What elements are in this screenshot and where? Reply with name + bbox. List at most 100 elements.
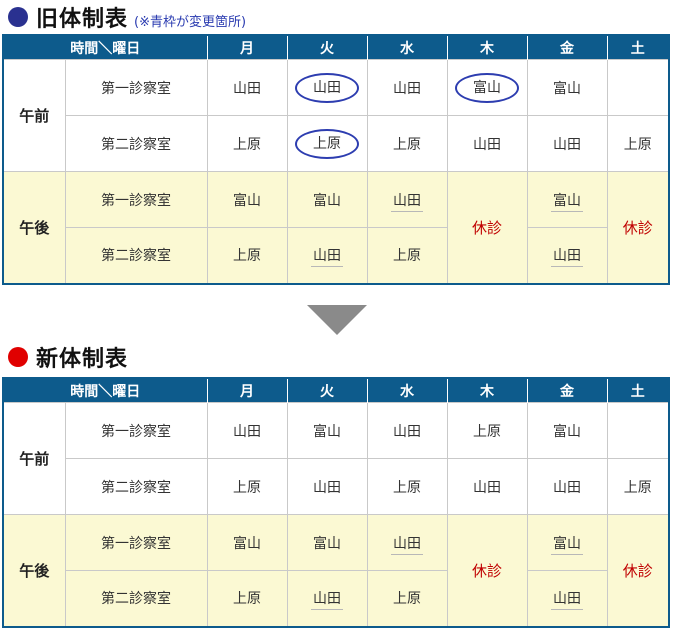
header-thu: 木 xyxy=(446,34,528,60)
change-marker: 山田 xyxy=(295,72,359,103)
cell: 山田 xyxy=(366,514,448,571)
cell: 山田 xyxy=(446,458,528,515)
header-time-day: 時間＼曜日 xyxy=(2,34,208,60)
cell: 富山 xyxy=(526,59,608,116)
old-schedule-note: (※青枠が変更箇所) xyxy=(134,14,247,30)
cell-changed: 山田 xyxy=(286,59,368,116)
header-mon: 月 xyxy=(206,34,288,60)
room-label: 第二診察室 xyxy=(64,570,208,627)
cell: 山田 xyxy=(286,227,368,284)
cell-closed: 休診 xyxy=(606,514,670,627)
header-tue: 火 xyxy=(286,34,368,60)
room-label: 第二診察室 xyxy=(64,227,208,284)
period-am: 午前 xyxy=(2,59,66,172)
header-mon: 月 xyxy=(206,377,288,403)
new-schedule-table: 時間＼曜日 月 火 水 木 金 土 午前 第一診察室 山田 富山 山田 上原 富… xyxy=(2,377,670,628)
cell: 山田 xyxy=(206,402,288,459)
room-label: 第一診察室 xyxy=(64,402,208,459)
period-pm: 午後 xyxy=(2,514,66,627)
header-time-day: 時間＼曜日 xyxy=(2,377,208,403)
change-marker: 富山 xyxy=(455,72,519,103)
room-label: 第一診察室 xyxy=(64,514,208,571)
cell: 上原 xyxy=(206,458,288,515)
cell: 山田 xyxy=(526,115,608,172)
cell-closed: 休診 xyxy=(606,171,670,284)
change-marker: 上原 xyxy=(295,128,359,159)
cell xyxy=(606,402,670,459)
table-header-row: 時間＼曜日 月 火 水 木 金 土 xyxy=(2,377,670,403)
cell-closed: 休診 xyxy=(446,514,528,627)
cell: 上原 xyxy=(206,570,288,627)
table-row: 午前 第一診察室 山田 山田 山田 富山 富山 xyxy=(2,59,670,172)
cell: 山田 xyxy=(366,402,448,459)
header-sat: 土 xyxy=(606,377,670,403)
room-label: 第二診察室 xyxy=(64,115,208,172)
period-am: 午前 xyxy=(2,402,66,515)
cell: 上原 xyxy=(606,115,670,172)
cell: 山田 xyxy=(286,570,368,627)
cell-value: 山田 xyxy=(311,248,343,268)
table-row: 第二診察室 上原 上原 上原 山田 山田 上原 xyxy=(3,115,670,172)
cell: 山田 xyxy=(526,227,608,284)
table-row: 午後 第一診察室 富山 富山 山田 休診 富山 休診 xyxy=(2,171,670,284)
cell: 山田 xyxy=(366,171,448,228)
cell-value: 山田 xyxy=(391,192,423,212)
header-tue: 火 xyxy=(286,377,368,403)
cell-value: 山田 xyxy=(391,535,423,555)
cell: 富山 xyxy=(206,514,288,571)
old-schedule-table: 時間＼曜日 月 火 水 木 金 土 午前 第一診察室 山田 山田 山田 富山 富… xyxy=(2,34,670,285)
cell: 上原 xyxy=(206,115,288,172)
header-wed: 水 xyxy=(366,34,448,60)
cell: 上原 xyxy=(366,115,448,172)
cell: 富山 xyxy=(206,171,288,228)
cell: 上原 xyxy=(366,570,448,627)
cell: 上原 xyxy=(446,402,528,459)
table-row: 午前 第一診察室 山田 富山 山田 上原 富山 xyxy=(2,402,670,515)
circle-bullet-icon xyxy=(8,347,28,367)
header-fri: 金 xyxy=(526,377,608,403)
cell: 富山 xyxy=(526,171,608,228)
cell: 富山 xyxy=(526,402,608,459)
header-wed: 水 xyxy=(366,377,448,403)
table-header-row: 時間＼曜日 月 火 水 木 金 土 xyxy=(2,34,670,60)
table-row: 午後 第一診察室 富山 富山 山田 休診 富山 休診 xyxy=(2,514,670,627)
table-row: 第二診察室 上原 山田 上原 山田 xyxy=(3,570,669,627)
cell: 山田 xyxy=(526,458,608,515)
cell xyxy=(606,59,670,116)
cell-changed: 富山 xyxy=(446,59,528,116)
cell: 山田 xyxy=(446,115,528,172)
cell: 山田 xyxy=(526,570,608,627)
cell-value: 山田 xyxy=(551,591,583,611)
cell-changed: 上原 xyxy=(286,115,368,172)
cell: 上原 xyxy=(366,227,448,284)
header-sat: 土 xyxy=(606,34,670,60)
cell-value: 富山 xyxy=(551,192,583,212)
cell: 山田 xyxy=(366,59,448,116)
cell: 富山 xyxy=(286,171,368,228)
cell-value: 山田 xyxy=(551,248,583,268)
cell: 富山 xyxy=(526,514,608,571)
cell-value: 富山 xyxy=(551,535,583,555)
header-fri: 金 xyxy=(526,34,608,60)
room-label: 第一診察室 xyxy=(64,171,208,228)
cell: 上原 xyxy=(606,458,670,515)
cell: 富山 xyxy=(286,514,368,571)
circle-bullet-icon xyxy=(8,7,28,27)
cell-value: 山田 xyxy=(311,591,343,611)
old-schedule-heading: 旧体制表 (※青枠が変更箇所) xyxy=(8,2,246,32)
period-pm: 午後 xyxy=(2,171,66,284)
cell-closed: 休診 xyxy=(446,171,528,284)
table-row: 第二診察室 上原 山田 上原 山田 xyxy=(3,227,669,284)
room-label: 第二診察室 xyxy=(64,458,208,515)
header-thu: 木 xyxy=(446,377,528,403)
table-row: 第二診察室 上原 山田 上原 山田 山田 上原 xyxy=(3,458,670,515)
old-schedule-title: 旧体制表 xyxy=(36,7,129,32)
cell: 上原 xyxy=(206,227,288,284)
room-label: 第一診察室 xyxy=(64,59,208,116)
down-arrow-icon xyxy=(307,305,367,335)
new-schedule-heading: 新体制表 xyxy=(8,342,128,372)
cell: 山田 xyxy=(206,59,288,116)
new-schedule-title: 新体制表 xyxy=(36,347,129,372)
cell: 富山 xyxy=(286,402,368,459)
cell: 上原 xyxy=(366,458,448,515)
